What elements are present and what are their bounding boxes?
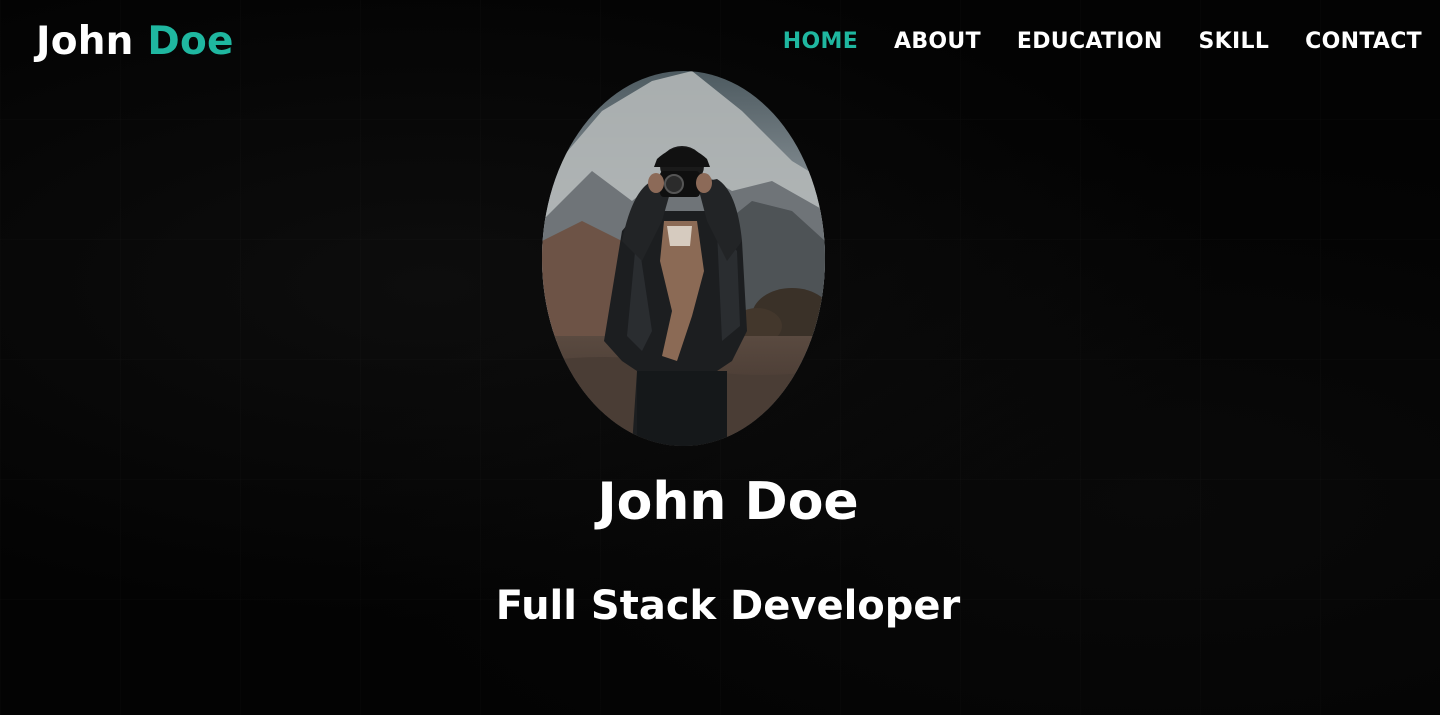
profile-photo xyxy=(542,71,825,446)
nav-item-about: ABOUT xyxy=(894,28,981,56)
nav-link-home[interactable]: HOME xyxy=(783,29,858,54)
brand-last-name: Doe xyxy=(147,19,234,64)
nav-item-home: HOME xyxy=(783,28,858,56)
nav-link-contact[interactable]: CONTACT xyxy=(1305,29,1422,54)
nav-item-education: EDUCATION xyxy=(1017,28,1163,56)
nav-item-contact: CONTACT xyxy=(1305,28,1422,56)
nav-item-skill: SKILL xyxy=(1199,28,1270,56)
nav-link-skill[interactable]: SKILL xyxy=(1199,29,1270,54)
brand-first-name: John xyxy=(36,19,134,64)
nav-link-about[interactable]: ABOUT xyxy=(894,29,981,54)
profile-photo-illustration xyxy=(542,71,825,446)
nav-link-education[interactable]: EDUCATION xyxy=(1017,29,1163,54)
hero-role: Full Stack Developer xyxy=(495,583,961,629)
nav-menu: HOME ABOUT EDUCATION SKILL CONTACT xyxy=(783,28,1422,56)
page: John Doe HOME ABOUT EDUCATION SKILL CONT… xyxy=(0,0,1440,715)
hero-name: John Doe xyxy=(597,472,859,532)
navbar: John Doe HOME ABOUT EDUCATION SKILL CONT… xyxy=(0,0,1440,84)
brand-logo-link[interactable]: John Doe xyxy=(36,18,234,66)
